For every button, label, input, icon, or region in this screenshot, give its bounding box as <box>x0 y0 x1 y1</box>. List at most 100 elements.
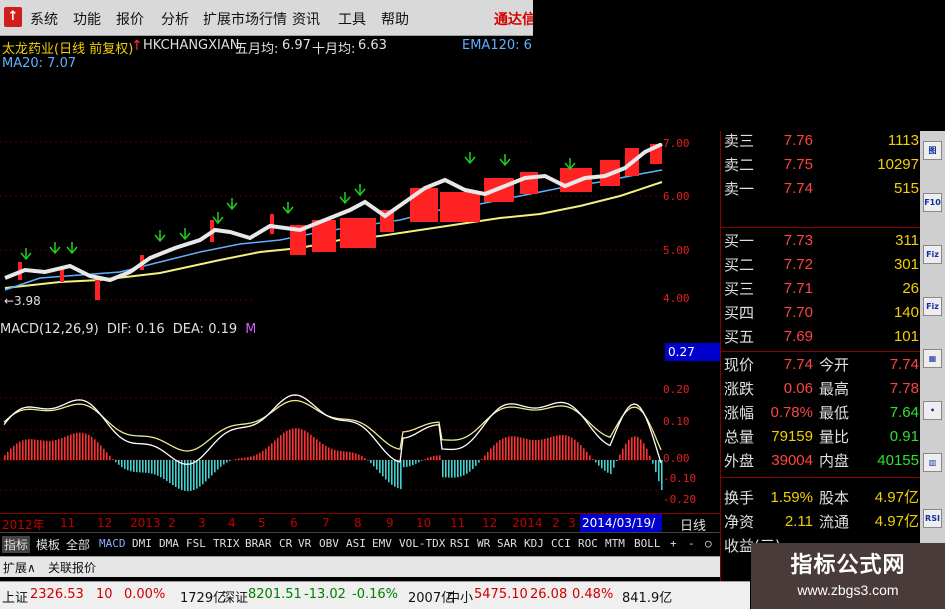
reset-button[interactable]: ○ <box>705 537 712 550</box>
macd-bar <box>622 448 624 460</box>
menu-item-tools[interactable]: 工具 <box>338 9 366 29</box>
side-tab-f10-icon[interactable]: F10 <box>923 193 942 212</box>
macd-chart[interactable] <box>0 340 665 508</box>
tab-boll[interactable]: BOLL <box>634 537 661 550</box>
bid-volume: 301 <box>893 256 919 273</box>
macd-bar <box>493 445 495 460</box>
tab-brar[interactable]: BRAR <box>245 537 272 550</box>
bid-row[interactable]: 买四 7.70 140 <box>721 301 921 325</box>
bid-price: 7.73 <box>783 232 813 249</box>
macd-bar <box>52 440 54 460</box>
related-quote-button[interactable]: 关联报价 <box>48 559 96 576</box>
menu-item-function[interactable]: 功能 <box>73 9 101 29</box>
macd-bar <box>526 438 528 460</box>
stat-row: 现价 7.74 今开 7.74 <box>721 353 921 377</box>
bid-row[interactable]: 买三 7.71 26 <box>721 277 921 301</box>
macd-bar <box>583 448 585 460</box>
side-tab-grid-icon[interactable]: ▦ <box>923 349 942 368</box>
date-label: 11 <box>450 516 466 530</box>
macd-bar <box>373 460 375 467</box>
macd-bar <box>514 436 516 460</box>
menu-item-news[interactable]: 资讯 <box>292 9 320 29</box>
bid-row[interactable]: 买一 7.73 311 <box>721 229 921 253</box>
date-label: 9 <box>386 516 394 530</box>
macd-bar <box>214 460 216 473</box>
side-tab-fiz-icon[interactable]: Fiz <box>923 245 942 264</box>
macd-bar <box>79 432 81 460</box>
tab-dmi[interactable]: DMI <box>132 537 152 550</box>
menu-item-system[interactable]: 系统 <box>30 9 58 29</box>
ask-row[interactable]: 卖二 7.75 10297 <box>721 153 921 177</box>
side-tab-fiz2-icon[interactable]: Fiz <box>923 297 942 316</box>
sh-index-value: 2326.53 <box>30 587 84 602</box>
expand-button[interactable]: 扩展∧ <box>3 559 36 576</box>
tab-cr[interactable]: CR <box>279 537 292 550</box>
macd-bar <box>73 433 75 460</box>
tab-cci[interactable]: CCI <box>551 537 571 550</box>
tab-all[interactable]: 全部 <box>66 536 90 553</box>
bid-price: 7.71 <box>783 280 813 297</box>
stat-row: 外盘 39004 内盘 40155 <box>721 449 921 473</box>
stat-row: 总量 79159 量比 0.91 <box>721 425 921 449</box>
macd-bar <box>19 441 21 460</box>
zx-index-value: 5475.10 <box>474 587 528 602</box>
macd-bar <box>94 439 96 460</box>
macd-bar <box>376 460 378 470</box>
macd-bar <box>460 460 462 477</box>
tab-wr[interactable]: WR <box>477 537 490 550</box>
side-tab-rsi-icon[interactable]: RSI <box>923 509 942 528</box>
bid-row[interactable]: 买五 7.69 101 <box>721 325 921 349</box>
macd-bar <box>154 460 156 475</box>
menu-item-quote[interactable]: 报价 <box>116 9 144 29</box>
zoom-in-button[interactable]: + <box>670 537 677 550</box>
tab-vol-tdx[interactable]: VOL-TDX <box>399 537 445 550</box>
tab-sar[interactable]: SAR <box>497 537 517 550</box>
side-tab-chart-icon[interactable]: 图 <box>923 141 942 160</box>
tab-fsl[interactable]: FSL <box>186 537 206 550</box>
side-tab-dot-icon[interactable]: • <box>923 401 942 420</box>
tab-mtm[interactable]: MTM <box>605 537 625 550</box>
tab-template[interactable]: 模板 <box>36 536 60 553</box>
status-bar: 上证 2326.53 10 0.00% 1729亿 深证 8201.51 -13… <box>0 581 750 609</box>
macd-bar <box>400 460 402 490</box>
macd-bar <box>487 451 489 460</box>
macd-bar <box>109 455 111 460</box>
macd-title: MACD(12,26,9) <box>0 322 99 337</box>
menu-item-help[interactable]: 帮助 <box>381 9 409 29</box>
tab-kdj[interactable]: KDJ <box>524 537 544 550</box>
menu-item-analysis[interactable]: 分析 <box>161 9 189 29</box>
tab-obv[interactable]: OBV <box>319 537 339 550</box>
ask-row[interactable]: 卖一 7.74 515 <box>721 177 921 201</box>
zoom-out-button[interactable]: - <box>688 537 695 550</box>
tab-macd[interactable]: MACD <box>99 537 126 550</box>
menu-item-extended-market[interactable]: 扩展市场行情 <box>203 9 287 29</box>
ask-row[interactable]: 卖三 7.76 1113 <box>721 129 921 153</box>
arrow-down-icon <box>154 230 166 243</box>
ask-volume: 1113 <box>887 132 919 149</box>
tab-vr[interactable]: VR <box>298 537 311 550</box>
tab-dma[interactable]: DMA <box>159 537 179 550</box>
macd-bar <box>172 460 174 486</box>
stat-row: 涨幅 0.78% 最低 7.64 <box>721 401 921 425</box>
tab-asi[interactable]: ASI <box>346 537 366 550</box>
macd-bar <box>463 460 465 476</box>
macd-bar <box>139 460 141 473</box>
bid-row[interactable]: 买二 7.72 301 <box>721 253 921 277</box>
stat-value: 7.78 <box>889 380 919 397</box>
macd-bar <box>67 435 69 460</box>
macd-bar <box>379 460 381 473</box>
tab-indicator[interactable]: 指标 <box>2 536 31 553</box>
macd-current-value: 0.27 <box>665 343 720 361</box>
ma10-value: 6.63 <box>358 38 387 53</box>
tab-roc[interactable]: ROC <box>578 537 598 550</box>
tab-trix[interactable]: TRIX <box>213 537 240 550</box>
macd-bar <box>289 429 291 460</box>
macd-bar <box>121 460 123 468</box>
tab-rsi[interactable]: RSI <box>450 537 470 550</box>
macd-bar <box>595 460 597 463</box>
tab-emv[interactable]: EMV <box>372 537 392 550</box>
bid-label: 买一 <box>724 232 755 250</box>
macd-bar <box>223 460 225 465</box>
app-logo-icon[interactable]: ↑ <box>4 7 22 27</box>
side-tab-bars-icon[interactable]: ▥ <box>923 453 942 472</box>
